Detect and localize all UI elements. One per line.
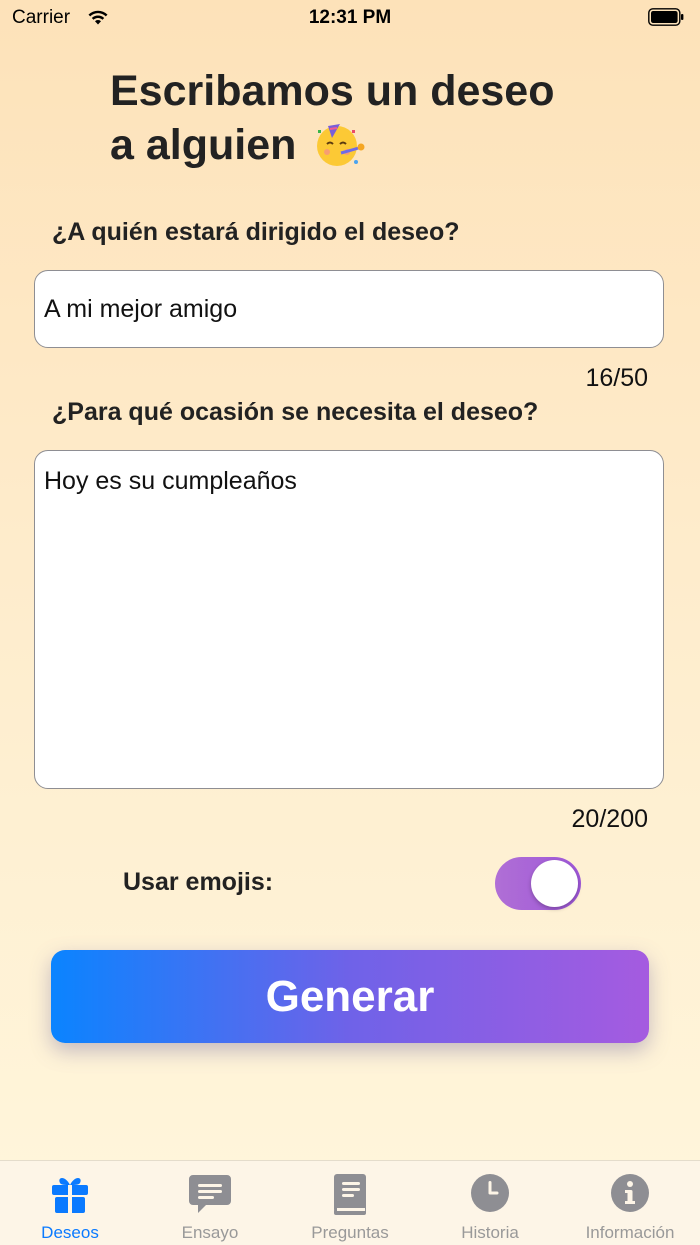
emoji-toggle[interactable] [495, 857, 581, 910]
generate-button[interactable]: Generar [51, 950, 649, 1043]
tab-preguntas[interactable]: Preguntas [280, 1161, 420, 1245]
occasion-label: ¿Para qué ocasión se necesita el deseo? [52, 398, 539, 426]
partying-face-icon [317, 123, 365, 166]
clock-icon [471, 1174, 509, 1212]
emoji-toggle-label: Usar emojis: [123, 868, 274, 896]
tab-preguntas-label: Preguntas [311, 1223, 389, 1242]
tab-historia-label: Historia [461, 1223, 519, 1242]
tab-ensayo-label: Ensayo [181, 1223, 239, 1242]
book-icon [334, 1174, 366, 1215]
title-line-2: a alguien [110, 121, 297, 169]
recipient-counter: 16/50 [585, 364, 648, 392]
recipient-label: ¿A quién estará dirigido el deseo? [52, 218, 460, 246]
toggle-knob [531, 860, 578, 907]
gift-icon [52, 1178, 88, 1213]
occasion-textarea[interactable]: Hoy es su cumpleaños [34, 450, 664, 789]
page-title: Escribamos un deseo a alguien [110, 64, 630, 172]
battery-icon [648, 8, 684, 26]
message-icon [189, 1175, 231, 1213]
tab-informacion-label: Información [585, 1223, 675, 1242]
tab-deseos-label: Deseos [41, 1223, 99, 1242]
clock: 12:31 PM [308, 7, 392, 28]
tab-bar: Deseos Ensayo Preguntas Historia Informa… [0, 1160, 700, 1245]
tab-deseos[interactable]: Deseos [0, 1161, 140, 1245]
tab-historia[interactable]: Historia [420, 1161, 560, 1245]
occasion-counter: 20/200 [571, 805, 648, 833]
tab-ensayo[interactable]: Ensayo [140, 1161, 280, 1245]
recipient-input[interactable]: A mi mejor amigo [34, 270, 664, 348]
recipient-value: A mi mejor amigo [44, 295, 238, 323]
info-icon [611, 1174, 649, 1212]
status-bar: Carrier 12:31 PM [0, 0, 700, 36]
occasion-value: Hoy es su cumpleaños [44, 467, 297, 495]
title-line-1: Escribamos un deseo [110, 67, 555, 115]
tab-informacion[interactable]: Información [560, 1161, 700, 1245]
